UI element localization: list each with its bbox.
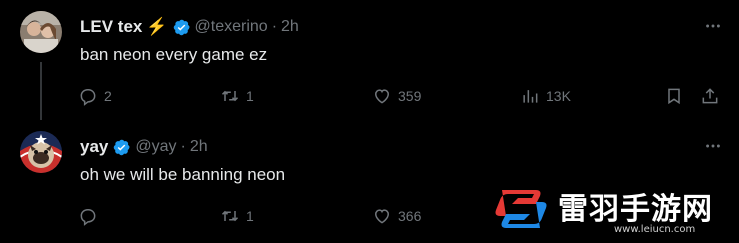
views-button[interactable]: 13K — [520, 84, 571, 108]
tweet-text: ban neon every game ez — [80, 45, 268, 64]
reply-button[interactable] — [78, 204, 104, 228]
watermark-title: 雷羽手游网 — [558, 192, 713, 227]
bookmark-button[interactable] — [664, 84, 684, 108]
retweet-icon — [221, 90, 239, 102]
tweet-header: yay @yay · 2h — [80, 136, 208, 158]
display-name[interactable]: yay — [80, 137, 108, 157]
reply-button[interactable]: 2 — [78, 84, 112, 108]
lightning-emoji: ⚡ — [146, 17, 168, 36]
watermark-url: www.leiucn.com — [614, 224, 696, 235]
separator-dot: · — [180, 138, 186, 155]
more-icon[interactable] — [703, 16, 723, 36]
views-icon — [523, 90, 538, 103]
timestamp[interactable]: 2h — [281, 18, 299, 36]
like-count: 366 — [398, 208, 422, 224]
like-icon — [374, 89, 390, 104]
tweet-header: LEV tex ⚡ @texerino · 2h — [80, 16, 299, 38]
tweet-text: oh we will be banning neon — [80, 165, 286, 184]
share-button[interactable] — [700, 84, 720, 108]
reply-icon — [80, 209, 96, 226]
watermark-logo — [495, 190, 547, 228]
verified-badge-icon — [172, 18, 191, 37]
retweet-count: 1 — [246, 88, 254, 104]
like-icon — [374, 209, 390, 224]
like-button[interactable]: 366 — [372, 204, 421, 228]
tweet-actions: 2 1 359 13K — [78, 84, 728, 108]
reply-count: 2 — [104, 88, 112, 104]
reply-icon — [80, 89, 96, 106]
retweet-icon — [221, 210, 239, 222]
tweet-1[interactable]: LEV tex ⚡ @texerino · 2h ban neon every … — [0, 0, 739, 120]
bookmark-icon — [668, 88, 680, 105]
handle[interactable]: @texerino — [195, 18, 268, 36]
share-icon — [702, 88, 718, 104]
site-watermark: 雷羽手游网 www.leiucn.com — [486, 168, 739, 243]
views-count: 13K — [546, 88, 571, 104]
separator-dot: · — [271, 18, 278, 35]
avatar-yay[interactable] — [20, 131, 62, 173]
retweet-count: 1 — [246, 208, 254, 224]
display-name[interactable]: LEV tex — [80, 17, 142, 37]
like-button[interactable]: 359 — [372, 84, 421, 108]
verified-badge-icon — [112, 138, 131, 157]
more-icon[interactable] — [703, 136, 723, 156]
avatar-levtex[interactable] — [20, 11, 62, 53]
retweet-button[interactable]: 1 — [220, 84, 254, 108]
retweet-button[interactable]: 1 — [220, 204, 254, 228]
timestamp[interactable]: 2h — [190, 138, 208, 156]
handle[interactable]: @yay — [135, 138, 176, 156]
like-count: 359 — [398, 88, 422, 104]
